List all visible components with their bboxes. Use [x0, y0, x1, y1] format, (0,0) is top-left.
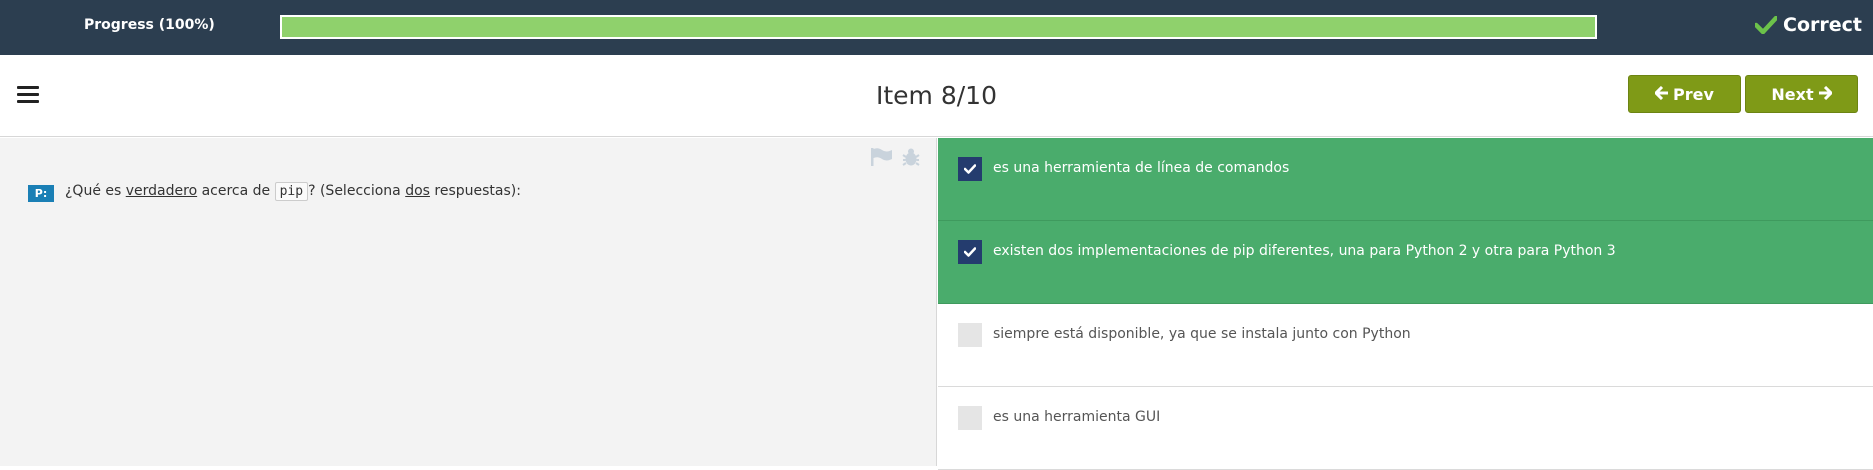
flag-icon[interactable]	[870, 147, 894, 171]
question-badge: P:	[28, 185, 54, 202]
question-text-part: ¿Qué es	[65, 183, 126, 199]
prev-button[interactable]: Prev	[1628, 75, 1741, 113]
answer-option[interactable]: existen dos implementaciones de pip dife…	[938, 221, 1873, 304]
status-text: Correct	[1783, 14, 1862, 36]
answer-list: es una herramienta de línea de comandos …	[938, 138, 1873, 470]
checkmark-icon	[964, 247, 976, 257]
progress-fill	[282, 17, 1595, 37]
answer-text: siempre está disponible, ya que se insta…	[993, 326, 1411, 342]
question-text: ¿Qué es verdadero acerca de pip? (Selecc…	[65, 182, 521, 201]
answer-option[interactable]: es una herramienta de línea de comandos	[938, 138, 1873, 221]
question-panel: P: ¿Qué es verdadero acerca de pip? (Sel…	[0, 138, 937, 466]
question-text-part: acerca de	[197, 183, 275, 199]
question-text-part: ? (Selecciona	[308, 183, 406, 199]
status-indicator: Correct	[1755, 14, 1862, 36]
check-icon	[1755, 16, 1778, 34]
item-header: Item 8/10 Prev Next	[0, 55, 1873, 137]
arrow-left-icon	[1654, 85, 1669, 104]
question-text-part: respuestas):	[429, 183, 521, 199]
answer-checkbox[interactable]	[958, 406, 982, 430]
answer-text: es una herramienta GUI	[993, 409, 1161, 425]
answer-checkbox[interactable]	[958, 157, 982, 181]
checkmark-icon	[964, 164, 976, 174]
question-emphasis: verdadero	[125, 183, 198, 199]
question-emphasis: dos	[405, 183, 430, 199]
answer-option[interactable]: es una herramienta GUI	[938, 387, 1873, 470]
progress-bar-header: Progress (100%) Correct	[0, 0, 1873, 55]
answer-option[interactable]: siempre está disponible, ya que se insta…	[938, 304, 1873, 387]
arrow-right-icon	[1818, 85, 1833, 104]
bug-icon[interactable]	[901, 147, 921, 171]
answer-text: es una herramienta de línea de comandos	[993, 160, 1290, 176]
answer-checkbox[interactable]	[958, 240, 982, 264]
prev-label: Prev	[1673, 84, 1714, 104]
page-title: Item 8/10	[876, 81, 997, 110]
progress-track	[280, 15, 1597, 39]
next-label: Next	[1771, 84, 1814, 104]
next-button[interactable]: Next	[1745, 75, 1858, 113]
code-snippet: pip	[274, 182, 309, 201]
answer-checkbox[interactable]	[958, 323, 982, 347]
answer-text: existen dos implementaciones de pip dife…	[993, 243, 1616, 259]
progress-label: Progress (100%)	[84, 17, 215, 33]
